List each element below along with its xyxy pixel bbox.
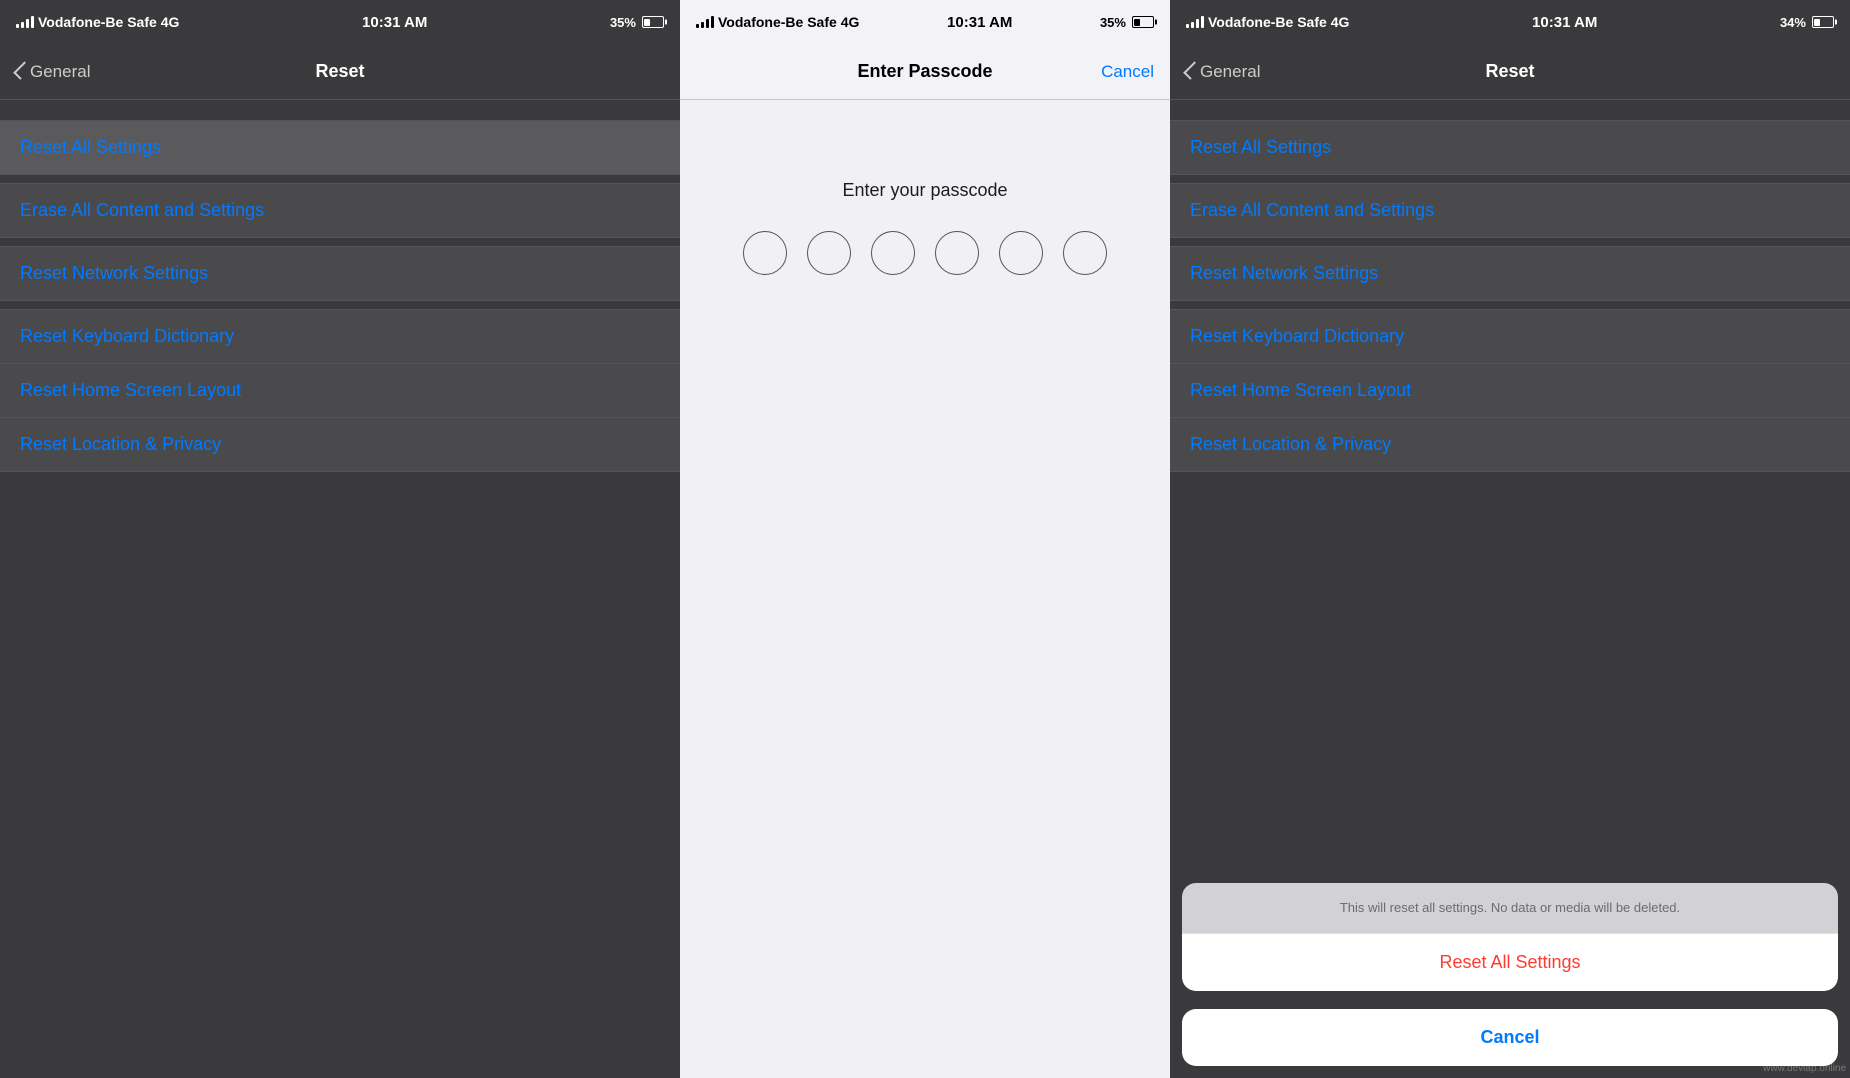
passcode-prompt: Enter your passcode <box>842 180 1007 201</box>
action-sheet-overlay: This will reset all settings. No data or… <box>1170 871 1850 1078</box>
battery-icon-right <box>1812 16 1834 28</box>
passcode-dot-5 <box>999 231 1043 275</box>
battery-info-left: 35% <box>610 15 664 30</box>
watermark: www.deviap.online <box>1763 1063 1846 1074</box>
settings-item-homescreen-right[interactable]: Reset Home Screen Layout <box>1170 364 1850 418</box>
settings-item-homescreen-left[interactable]: Reset Home Screen Layout <box>0 364 680 418</box>
passcode-dot-6 <box>1063 231 1107 275</box>
status-bar-center: Vodafone-Be Safe 4G 10:31 AM 35% <box>680 0 1170 44</box>
settings-item-reset-all-left[interactable]: Reset All Settings <box>0 120 680 175</box>
settings-item-erase-right[interactable]: Erase All Content and Settings <box>1170 183 1850 238</box>
carrier-info-center: Vodafone-Be Safe 4G <box>696 14 859 30</box>
settings-group2-left: Erase All Content and Settings <box>0 183 680 238</box>
battery-percent-left: 35% <box>610 15 636 30</box>
cancel-button-center[interactable]: Cancel <box>1101 62 1154 82</box>
carrier-name-center: Vodafone-Be Safe <box>718 14 837 30</box>
carrier-name-right: Vodafone-Be Safe <box>1208 14 1327 30</box>
settings-item-network-right[interactable]: Reset Network Settings <box>1170 246 1850 301</box>
signal-icon-left <box>16 16 34 28</box>
settings-item-keyboard-left[interactable]: Reset Keyboard Dictionary <box>0 309 680 364</box>
carrier-name-left: Vodafone-Be Safe <box>38 14 157 30</box>
action-sheet-confirm-button[interactable]: Reset All Settings <box>1182 933 1838 991</box>
network-type-center: 4G <box>841 14 860 30</box>
battery-icon-left <box>642 16 664 28</box>
time-center: 10:31 AM <box>947 14 1012 31</box>
action-sheet: This will reset all settings. No data or… <box>1182 883 1838 1066</box>
nav-bar-right: General Reset <box>1170 44 1850 100</box>
settings-group1-left: Reset All Settings <box>0 120 680 175</box>
passcode-dot-4 <box>935 231 979 275</box>
network-type-right: 4G <box>1331 14 1350 30</box>
battery-icon-center <box>1132 16 1154 28</box>
settings-group1-right: Reset All Settings <box>1170 120 1850 175</box>
nav-title-center: Enter Passcode <box>857 61 992 82</box>
settings-group3-right: Reset Network Settings <box>1170 246 1850 301</box>
nav-bar-center: Enter Passcode Cancel <box>680 44 1170 100</box>
settings-group2-right: Erase All Content and Settings <box>1170 183 1850 238</box>
back-label-right: General <box>1200 62 1260 82</box>
passcode-dot-1 <box>743 231 787 275</box>
settings-group4-right: Reset Keyboard Dictionary Reset Home Scr… <box>1170 309 1850 472</box>
panel-right: Vodafone-Be Safe 4G 10:31 AM 34% General… <box>1170 0 1850 1078</box>
network-type-left: 4G <box>161 14 180 30</box>
status-bar-right: Vodafone-Be Safe 4G 10:31 AM 34% <box>1170 0 1850 44</box>
battery-percent-right: 34% <box>1780 15 1806 30</box>
action-sheet-separator <box>1182 991 1838 1001</box>
passcode-content: Enter your passcode <box>680 100 1170 1078</box>
back-label-left: General <box>30 62 90 82</box>
settings-item-network-left[interactable]: Reset Network Settings <box>0 246 680 301</box>
nav-bar-left: General Reset <box>0 44 680 100</box>
settings-item-location-right[interactable]: Reset Location & Privacy <box>1170 418 1850 472</box>
settings-list-left: Reset All Settings Erase All Content and… <box>0 100 680 1078</box>
action-sheet-message: This will reset all settings. No data or… <box>1182 883 1838 933</box>
passcode-dot-2 <box>807 231 851 275</box>
panel-center: Vodafone-Be Safe 4G 10:31 AM 35% Enter P… <box>680 0 1170 1078</box>
settings-group3-left: Reset Network Settings <box>0 246 680 301</box>
settings-item-location-left[interactable]: Reset Location & Privacy <box>0 418 680 472</box>
signal-icon-center <box>696 16 714 28</box>
battery-percent-center: 35% <box>1100 15 1126 30</box>
carrier-info-left: Vodafone-Be Safe 4G <box>16 14 179 30</box>
signal-icon-right <box>1186 16 1204 28</box>
settings-item-keyboard-right[interactable]: Reset Keyboard Dictionary <box>1170 309 1850 364</box>
back-chevron-right <box>1183 61 1201 79</box>
status-bar-left: Vodafone-Be Safe 4G 10:31 AM 35% <box>0 0 680 44</box>
time-right: 10:31 AM <box>1532 14 1597 31</box>
settings-item-reset-all-right[interactable]: Reset All Settings <box>1170 120 1850 175</box>
action-sheet-cancel-button[interactable]: Cancel <box>1182 1009 1838 1066</box>
settings-item-erase-left[interactable]: Erase All Content and Settings <box>0 183 680 238</box>
nav-title-left: Reset <box>315 61 364 82</box>
back-button-left[interactable]: General <box>16 62 90 82</box>
carrier-info-right: Vodafone-Be Safe 4G <box>1186 14 1349 30</box>
settings-group4-left: Reset Keyboard Dictionary Reset Home Scr… <box>0 309 680 472</box>
back-button-right[interactable]: General <box>1186 62 1260 82</box>
back-chevron-left <box>13 61 31 79</box>
passcode-dot-3 <box>871 231 915 275</box>
time-left: 10:31 AM <box>362 14 427 31</box>
nav-title-right: Reset <box>1485 61 1534 82</box>
panel-left: Vodafone-Be Safe 4G 10:31 AM 35% General… <box>0 0 680 1078</box>
passcode-dots <box>743 231 1107 275</box>
battery-info-center: 35% <box>1100 15 1154 30</box>
battery-info-right: 34% <box>1780 15 1834 30</box>
